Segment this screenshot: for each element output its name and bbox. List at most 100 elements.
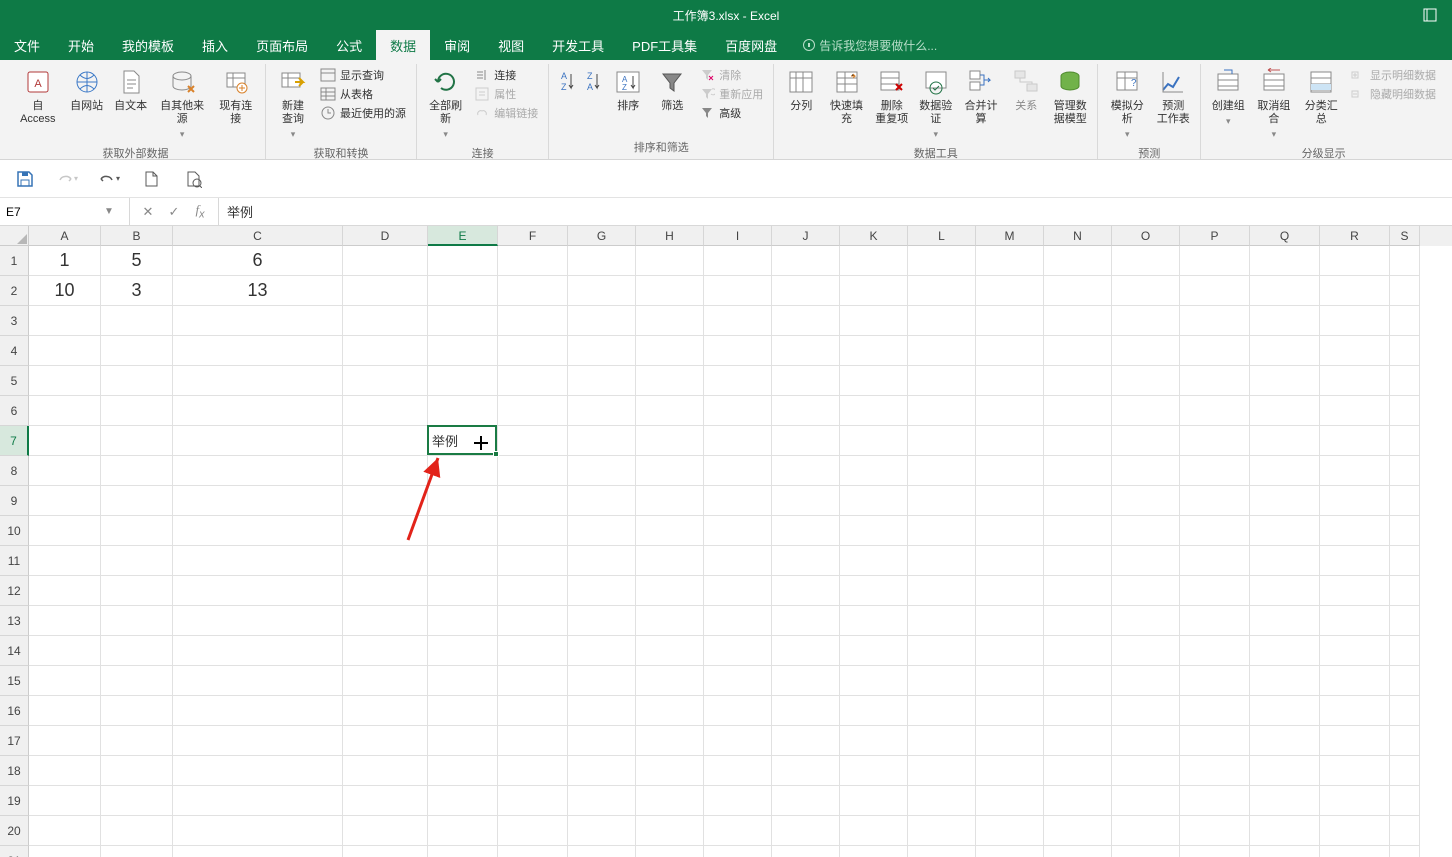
col-header-G[interactable]: G: [568, 226, 636, 246]
cell-K19[interactable]: [840, 786, 908, 816]
cell-Q7[interactable]: [1250, 426, 1320, 456]
cell-H20[interactable]: [636, 816, 704, 846]
cell-M3[interactable]: [976, 306, 1044, 336]
recent-sources-button[interactable]: 最近使用的源: [316, 104, 410, 122]
cell-J11[interactable]: [772, 546, 840, 576]
cell-L12[interactable]: [908, 576, 976, 606]
cell-E6[interactable]: [428, 396, 498, 426]
tab-我的模板[interactable]: 我的模板: [108, 30, 188, 60]
cell-D14[interactable]: [343, 636, 428, 666]
cell-G16[interactable]: [568, 696, 636, 726]
cell-A1[interactable]: 1: [29, 246, 101, 276]
cell-E21[interactable]: [428, 846, 498, 857]
cell-E20[interactable]: [428, 816, 498, 846]
cell-L10[interactable]: [908, 516, 976, 546]
cell-D21[interactable]: [343, 846, 428, 857]
cell-M15[interactable]: [976, 666, 1044, 696]
cell-K7[interactable]: [840, 426, 908, 456]
cell-K2[interactable]: [840, 276, 908, 306]
cell-C10[interactable]: [173, 516, 343, 546]
cell-A16[interactable]: [29, 696, 101, 726]
manage-data-model-button[interactable]: 管理数 据模型: [1049, 64, 1091, 128]
cell-N12[interactable]: [1044, 576, 1112, 606]
col-header-C[interactable]: C: [173, 226, 343, 246]
cell-H11[interactable]: [636, 546, 704, 576]
cell-Q13[interactable]: [1250, 606, 1320, 636]
cell-S13[interactable]: [1390, 606, 1420, 636]
cell-P17[interactable]: [1180, 726, 1250, 756]
col-header-D[interactable]: D: [343, 226, 428, 246]
cell-P19[interactable]: [1180, 786, 1250, 816]
cell-J9[interactable]: [772, 486, 840, 516]
cell-B8[interactable]: [101, 456, 173, 486]
cell-B14[interactable]: [101, 636, 173, 666]
cell-R6[interactable]: [1320, 396, 1390, 426]
cell-Q1[interactable]: [1250, 246, 1320, 276]
cell-S2[interactable]: [1390, 276, 1420, 306]
text-to-columns-button[interactable]: 分列: [780, 64, 822, 115]
cell-M14[interactable]: [976, 636, 1044, 666]
cell-G14[interactable]: [568, 636, 636, 666]
cell-P7[interactable]: [1180, 426, 1250, 456]
cell-L21[interactable]: [908, 846, 976, 857]
row-header-17[interactable]: 17: [0, 726, 29, 756]
cell-F3[interactable]: [498, 306, 568, 336]
cell-C11[interactable]: [173, 546, 343, 576]
cell-B18[interactable]: [101, 756, 173, 786]
cell-F6[interactable]: [498, 396, 568, 426]
cell-J1[interactable]: [772, 246, 840, 276]
filter-button[interactable]: 筛选: [651, 64, 693, 115]
cell-P4[interactable]: [1180, 336, 1250, 366]
tab-页面布局[interactable]: 页面布局: [242, 30, 322, 60]
cell-F13[interactable]: [498, 606, 568, 636]
cell-A13[interactable]: [29, 606, 101, 636]
cell-Q6[interactable]: [1250, 396, 1320, 426]
cell-C16[interactable]: [173, 696, 343, 726]
cell-N20[interactable]: [1044, 816, 1112, 846]
cell-G3[interactable]: [568, 306, 636, 336]
cell-L16[interactable]: [908, 696, 976, 726]
cell-C9[interactable]: [173, 486, 343, 516]
cell-L14[interactable]: [908, 636, 976, 666]
cell-M4[interactable]: [976, 336, 1044, 366]
cell-Q21[interactable]: [1250, 846, 1320, 857]
cell-C17[interactable]: [173, 726, 343, 756]
cell-J18[interactable]: [772, 756, 840, 786]
cell-K20[interactable]: [840, 816, 908, 846]
cell-C1[interactable]: 6: [173, 246, 343, 276]
cell-R9[interactable]: [1320, 486, 1390, 516]
cell-H13[interactable]: [636, 606, 704, 636]
new-query-button[interactable]: 新建 查询 ▾: [272, 64, 314, 143]
cell-N11[interactable]: [1044, 546, 1112, 576]
cell-R19[interactable]: [1320, 786, 1390, 816]
cell-O16[interactable]: [1112, 696, 1180, 726]
remove-duplicates-button[interactable]: 删除 重复项: [871, 64, 913, 128]
cell-B20[interactable]: [101, 816, 173, 846]
row-header-18[interactable]: 18: [0, 756, 29, 786]
cell-J14[interactable]: [772, 636, 840, 666]
cell-N10[interactable]: [1044, 516, 1112, 546]
cell-I12[interactable]: [704, 576, 772, 606]
cell-K3[interactable]: [840, 306, 908, 336]
cell-G6[interactable]: [568, 396, 636, 426]
cell-L17[interactable]: [908, 726, 976, 756]
row-header-4[interactable]: 4: [0, 336, 29, 366]
col-header-B[interactable]: B: [101, 226, 173, 246]
cell-D19[interactable]: [343, 786, 428, 816]
cell-P5[interactable]: [1180, 366, 1250, 396]
cell-C4[interactable]: [173, 336, 343, 366]
cell-G13[interactable]: [568, 606, 636, 636]
cell-E17[interactable]: [428, 726, 498, 756]
cell-P8[interactable]: [1180, 456, 1250, 486]
cell-O15[interactable]: [1112, 666, 1180, 696]
cell-C18[interactable]: [173, 756, 343, 786]
cell-B12[interactable]: [101, 576, 173, 606]
cell-R15[interactable]: [1320, 666, 1390, 696]
cell-I9[interactable]: [704, 486, 772, 516]
row-header-5[interactable]: 5: [0, 366, 29, 396]
cell-O1[interactable]: [1112, 246, 1180, 276]
cell-P13[interactable]: [1180, 606, 1250, 636]
cell-P21[interactable]: [1180, 846, 1250, 857]
cell-Q17[interactable]: [1250, 726, 1320, 756]
tab-数据[interactable]: 数据: [376, 30, 430, 60]
